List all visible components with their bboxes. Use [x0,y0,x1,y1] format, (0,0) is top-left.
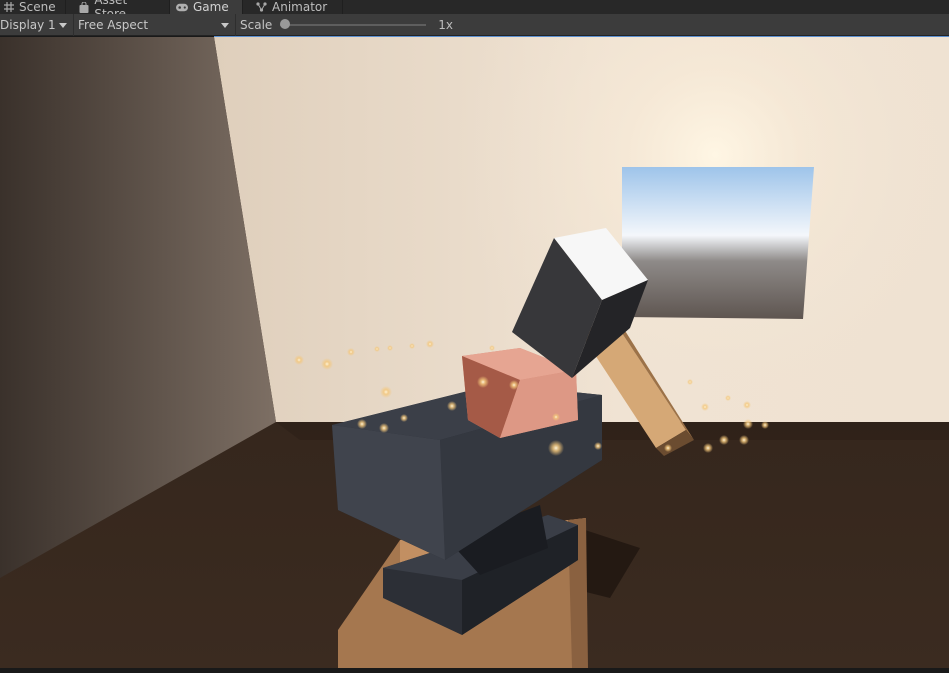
tab-label: Scene [19,0,56,14]
tab-game[interactable]: Game [170,0,243,14]
grid-icon [4,1,14,13]
chevron-down-icon [59,22,67,28]
game-toolbar: Display 1 Free Aspect Scale 1x [0,13,949,36]
tab-animator[interactable]: Animator [243,0,343,14]
scale-label: Scale [240,17,273,32]
editor-tab-bar: Scene Asset Store Game Animator [0,0,949,21]
tab-label: Game [193,0,229,14]
gamepad-icon [176,1,188,13]
slider-thumb[interactable] [280,18,291,29]
aspect-dropdown[interactable]: Free Aspect [74,13,236,36]
bag-icon [78,1,89,13]
status-strip [0,668,949,673]
animator-icon [255,1,267,13]
game-scene-render [0,37,949,668]
tab-scene[interactable]: Scene [0,0,66,14]
tab-label: Animator [272,0,328,14]
display-value: Display 1 [0,17,56,32]
game-view[interactable] [0,37,949,668]
chevron-down-icon [221,22,229,28]
scale-value: 1x [438,17,454,32]
tab-asset-store[interactable]: Asset Store [66,0,170,21]
scale-slider[interactable] [280,18,427,29]
scale-control: Scale 1x [236,14,453,36]
aspect-value: Free Aspect [78,17,149,32]
display-dropdown[interactable]: Display 1 [0,13,74,36]
